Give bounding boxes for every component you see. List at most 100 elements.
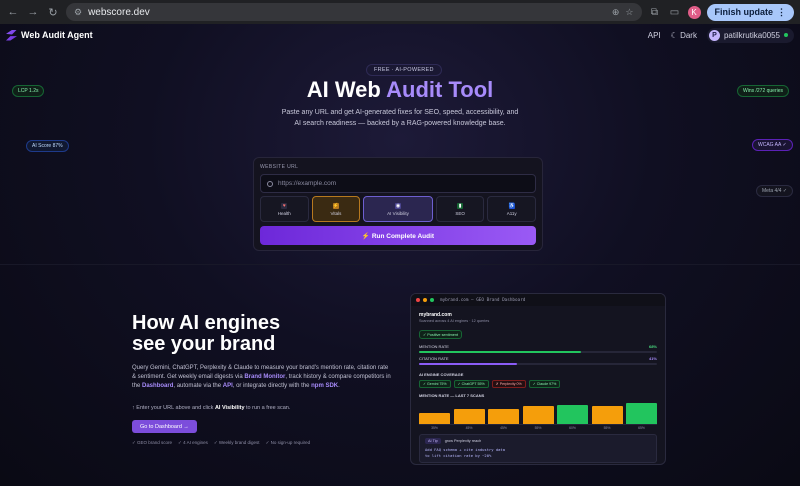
engine-perplexity: ✗ Perplexity 0% <box>491 380 526 388</box>
section-description: Query Gemini, ChatGPT, Perplexity & Clau… <box>132 364 392 391</box>
address-bar[interactable]: ⚙ webscore.dev ⊕ ☆ <box>66 3 642 21</box>
ai-tip-card: AI Tip grow Perplexity reach Add FAQ sch… <box>419 434 657 463</box>
forward-icon[interactable]: → <box>26 6 40 18</box>
user-menu[interactable]: P patilkrutika0055 <box>706 27 794 43</box>
scan-hint: ↑ Enter your URL above and click AI Visi… <box>132 405 290 411</box>
mode-vitals-button[interactable]: ⚡ Vitals <box>311 196 361 222</box>
mode-label: Vitals <box>330 210 342 216</box>
dashboard-link[interactable]: Dashboard <box>142 383 173 389</box>
app-header: Web Audit Agent API ☾ Dark P patilkrutik… <box>0 24 800 46</box>
zoom-icon[interactable]: ⊕ <box>612 7 620 18</box>
mention-bar-track <box>419 351 657 353</box>
trend-bar-label: 55% <box>603 426 611 430</box>
mention-trend-chart: 35% 45% 45% 55% 60% 55% 65% <box>419 401 657 430</box>
api-doc-link[interactable]: API <box>223 383 233 389</box>
section-title-line2: see your brand <box>132 333 276 355</box>
mention-rate-metric: MENTION RATE 68% <box>419 344 657 349</box>
engine-claude: ✓ Claude 97% <box>528 380 561 388</box>
engine-chatgpt: ✓ ChatGPT 55% <box>453 380 489 388</box>
citation-bar-track <box>419 363 657 365</box>
mode-label: Health <box>277 210 291 216</box>
brand-monitor-link[interactable]: Brand Monitor <box>244 374 285 380</box>
bookmark-star-icon[interactable]: ☆ <box>625 7 633 18</box>
mode-seo-button[interactable]: ▮ SEO <box>435 196 485 222</box>
hint-bold: AI Visibility <box>214 405 245 411</box>
heart-icon: ♥ <box>281 202 288 209</box>
hero-subtitle: Paste any URL and get AI-generated fixes… <box>281 109 519 127</box>
mode-a11y-button[interactable]: ♿ A11y <box>487 196 537 222</box>
finish-update-label: Finish update <box>714 7 774 17</box>
trend-bar-label: 45% <box>465 426 473 430</box>
free-badge: FREE · AI-POWERED <box>366 64 442 76</box>
theme-toggle[interactable]: ☾ Dark <box>671 31 697 40</box>
dashboard-preview: mybrand.com — GEO Brand Dashboard mybran… <box>410 293 666 465</box>
trend-bar <box>488 409 519 424</box>
theme-label: Dark <box>680 30 697 40</box>
dashboard-meta: Scanned across 4 AI engines · 12 queries <box>419 319 490 323</box>
website-url-input[interactable]: https://example.com <box>260 174 536 193</box>
check-item: ✓ No sign-up required <box>265 440 311 445</box>
extensions-icon[interactable]: ⧉ <box>648 7 662 18</box>
bolt-logo-icon <box>6 29 17 41</box>
check-item: ✓ 4 AI engines <box>178 440 208 445</box>
trend-bar-label: 55% <box>534 426 542 430</box>
engine-list: ✓ Gemini 75% ✓ ChatGPT 55% ✗ Perplexity … <box>419 380 657 388</box>
go-to-dashboard-button[interactable]: Go to Dashboard → <box>132 420 197 433</box>
user-avatar: P <box>708 29 720 41</box>
mention-bar-fill <box>419 351 581 353</box>
trend-bar <box>522 406 554 424</box>
run-audit-button[interactable]: ⚡ Run Complete Audit <box>260 226 536 245</box>
split-icon[interactable]: ▭ <box>668 7 682 18</box>
ai-tip-tag: AI Tip <box>425 438 441 444</box>
desc-text: , or integrate directly with the <box>232 383 312 389</box>
engine-gemini: ✓ Gemini 75% <box>419 380 451 388</box>
queries-badge: Wins /272 queries <box>737 85 790 97</box>
robot-icon: ◉ <box>395 202 401 209</box>
trend-bar <box>557 404 588 424</box>
mention-value: 68% <box>648 344 657 349</box>
mode-label: AI Visibility <box>387 210 409 216</box>
back-icon[interactable]: ← <box>6 6 20 18</box>
finish-update-button[interactable]: Finish update ⋮ <box>706 3 794 21</box>
ai-tip-title: grow Perplexity reach <box>444 439 482 443</box>
dashboard-site: mybrand.com <box>419 312 452 318</box>
section-title-line1: How AI engines <box>132 312 281 334</box>
more-icon: ⋮ <box>777 6 786 17</box>
citation-rate-metric: CITATION RATE 41% <box>419 356 657 361</box>
window-max-dot <box>430 298 434 302</box>
mode-label: A11y <box>506 210 517 216</box>
site-info-icon[interactable]: ⚙ <box>74 7 82 18</box>
desc-text: . <box>338 383 340 389</box>
meta-badge: Meta 4/4 ✓ <box>756 185 794 197</box>
trend-bar-label: 35% <box>431 426 438 430</box>
hint-text: to run a free scan. <box>244 405 291 411</box>
profile-avatar[interactable]: K <box>687 5 701 19</box>
reload-icon[interactable]: ↻ <box>46 6 60 19</box>
mode-ai-visibility-button[interactable]: ◉ AI Visibility <box>363 196 433 222</box>
trend-bar-label: 65% <box>638 426 645 430</box>
trend-bar <box>419 412 450 424</box>
browser-toolbar: ← → ↻ ⚙ webscore.dev ⊕ ☆ ⧉ ▭ K Finish up… <box>0 0 800 24</box>
online-status-dot <box>784 33 788 37</box>
audit-card: WEBSITE URL https://example.com ♥ Health… <box>253 157 543 251</box>
trend-heading: MENTION RATE — LAST 7 SCANS <box>419 393 485 398</box>
username: patilkrutika0055 <box>723 30 780 40</box>
bolt-icon: ⚡ <box>332 202 340 209</box>
api-link[interactable]: API <box>648 31 661 40</box>
brand[interactable]: Web Audit Agent <box>6 29 93 41</box>
moon-icon: ☾ <box>670 30 678 40</box>
dashboard-titlebar: mybrand.com — GEO Brand Dashboard <box>411 294 665 306</box>
person-icon: ♿ <box>508 202 515 209</box>
npm-sdk-link[interactable]: npm SDK <box>311 383 338 389</box>
hint-text: ↑ Enter your URL above and click <box>132 405 215 411</box>
url-label: WEBSITE URL <box>260 164 299 170</box>
trend-bar <box>626 402 657 424</box>
feature-checklist: ✓ GEO brand score ✓ 4 AI engines ✓ Weekl… <box>132 440 310 446</box>
lcp-badge: LCP 1.2s <box>12 85 45 97</box>
brand-name: Web Audit Agent <box>21 30 93 40</box>
mode-health-button[interactable]: ♥ Health <box>260 196 309 222</box>
trend-bar-label: 45% <box>500 426 507 430</box>
citation-bar-fill <box>419 363 517 365</box>
window-close-dot <box>416 298 420 302</box>
section-title: How AI engines see your brand <box>132 313 280 355</box>
